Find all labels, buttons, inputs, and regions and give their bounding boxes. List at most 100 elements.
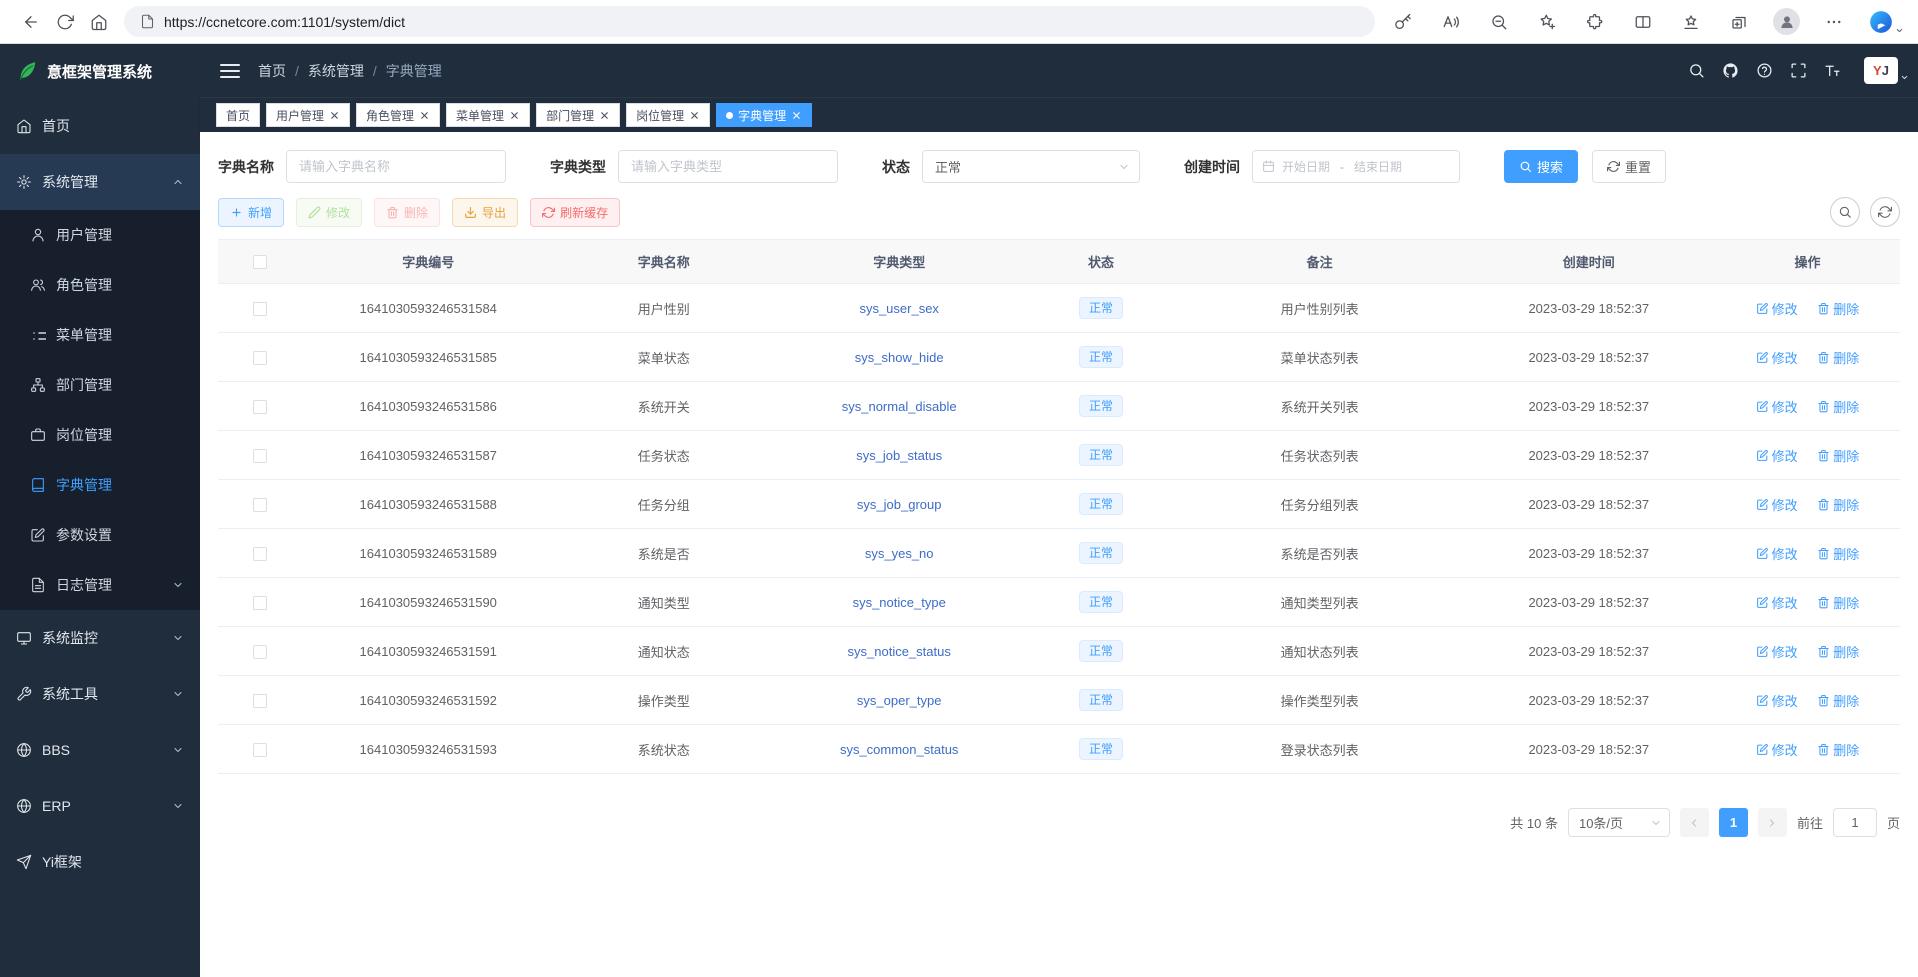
row-checkbox[interactable] [253, 547, 267, 561]
tab[interactable]: 部门管理 [536, 103, 620, 127]
more-options-icon[interactable] [1820, 6, 1848, 38]
github-icon[interactable] [1722, 62, 1739, 79]
tab[interactable]: 菜单管理 [446, 103, 530, 127]
extensions-icon[interactable] [1581, 6, 1609, 38]
sidebar-item-system-management[interactable]: 系统管理 [0, 154, 200, 210]
key-icon[interactable] [1389, 6, 1417, 38]
row-checkbox[interactable] [253, 743, 267, 757]
row-checkbox[interactable] [253, 449, 267, 463]
close-icon[interactable] [329, 110, 340, 121]
address-bar[interactable]: https://ccnetcore.com:1101/system/dict [124, 6, 1375, 37]
add-favorite-icon[interactable] [1533, 6, 1561, 38]
zoom-out-icon[interactable] [1485, 6, 1513, 38]
row-delete-link[interactable]: 删除 [1817, 544, 1859, 563]
row-delete-link[interactable]: 删除 [1817, 495, 1859, 514]
tab[interactable]: 角色管理 [356, 103, 440, 127]
row-edit-link[interactable]: 修改 [1756, 544, 1798, 563]
dict-type-link[interactable]: sys_show_hide [855, 350, 944, 365]
reload-icon[interactable] [48, 6, 82, 38]
dict-type-input[interactable] [618, 150, 838, 183]
hamburger-icon[interactable] [220, 64, 240, 78]
row-edit-link[interactable]: 修改 [1756, 691, 1798, 710]
select-all-checkbox[interactable] [253, 255, 267, 269]
row-delete-link[interactable]: 删除 [1817, 691, 1859, 710]
refresh-table-button[interactable] [1870, 197, 1900, 227]
row-edit-link[interactable]: 修改 [1756, 495, 1798, 514]
dict-type-link[interactable]: sys_normal_disable [842, 399, 957, 414]
row-edit-link[interactable]: 修改 [1756, 446, 1798, 465]
close-icon[interactable] [419, 110, 430, 121]
bing-icon[interactable] [1868, 9, 1904, 35]
favorites-icon[interactable] [1677, 6, 1705, 38]
sidebar-item-erp[interactable]: ERP [0, 778, 200, 834]
tab[interactable]: 首页 [216, 103, 260, 127]
tab[interactable]: 岗位管理 [626, 103, 710, 127]
breadcrumb-home[interactable]: 首页 [258, 61, 286, 81]
row-delete-link[interactable]: 删除 [1817, 397, 1859, 416]
row-edit-link[interactable]: 修改 [1756, 397, 1798, 416]
home-icon[interactable] [82, 6, 116, 38]
row-edit-link[interactable]: 修改 [1756, 348, 1798, 367]
page-size-select[interactable]: 10条/页 [1568, 808, 1670, 837]
split-screen-icon[interactable] [1629, 6, 1657, 38]
row-delete-link[interactable]: 删除 [1817, 642, 1859, 661]
jump-page-input[interactable] [1833, 808, 1877, 837]
sidebar-item-bbs[interactable]: BBS [0, 722, 200, 778]
read-aloud-icon[interactable] [1437, 6, 1465, 38]
sidebar-item-user-management[interactable]: 用户管理 [0, 210, 200, 260]
tab[interactable]: 用户管理 [266, 103, 350, 127]
sidebar-item-menu-management[interactable]: 菜单管理 [0, 310, 200, 360]
row-checkbox[interactable] [253, 645, 267, 659]
row-edit-link[interactable]: 修改 [1756, 740, 1798, 759]
sidebar-item-post-management[interactable]: 岗位管理 [0, 410, 200, 460]
row-checkbox[interactable] [253, 498, 267, 512]
row-delete-link[interactable]: 删除 [1817, 299, 1859, 318]
close-icon[interactable] [689, 110, 700, 121]
row-delete-link[interactable]: 删除 [1817, 740, 1859, 759]
status-select[interactable]: 正常 [922, 150, 1140, 183]
sidebar-item-param-settings[interactable]: 参数设置 [0, 510, 200, 560]
dict-type-link[interactable]: sys_notice_type [853, 595, 946, 610]
toggle-search-button[interactable] [1830, 197, 1860, 227]
row-delete-link[interactable]: 删除 [1817, 593, 1859, 612]
font-size-icon[interactable] [1824, 62, 1841, 79]
add-button[interactable]: 新增 [218, 198, 284, 227]
close-icon[interactable] [509, 110, 520, 121]
sidebar-item-dept-management[interactable]: 部门管理 [0, 360, 200, 410]
dict-type-link[interactable]: sys_common_status [840, 742, 959, 757]
edit-button[interactable]: 修改 [296, 198, 362, 227]
dict-type-link[interactable]: sys_yes_no [865, 546, 934, 561]
sidebar-item-log-management[interactable]: 日志管理 [0, 560, 200, 610]
date-range-picker[interactable]: 开始日期 - 结束日期 [1252, 150, 1460, 183]
refresh-cache-button[interactable]: 刷新缓存 [530, 198, 620, 227]
prev-page-button[interactable] [1680, 808, 1709, 837]
export-button[interactable]: 导出 [452, 198, 518, 227]
fullscreen-icon[interactable] [1790, 62, 1807, 79]
row-checkbox[interactable] [253, 302, 267, 316]
next-page-button[interactable] [1758, 808, 1787, 837]
sidebar-item-role-management[interactable]: 角色管理 [0, 260, 200, 310]
tab[interactable]: 字典管理 [716, 103, 812, 127]
sidebar-item-dict-management[interactable]: 字典管理 [0, 460, 200, 510]
row-edit-link[interactable]: 修改 [1756, 299, 1798, 318]
profile-avatar-icon[interactable] [1773, 8, 1800, 35]
dict-name-input[interactable] [286, 150, 506, 183]
row-checkbox[interactable] [253, 694, 267, 708]
row-delete-link[interactable]: 删除 [1817, 446, 1859, 465]
page-number-button[interactable]: 1 [1719, 808, 1748, 837]
row-delete-link[interactable]: 删除 [1817, 348, 1859, 367]
search-icon[interactable] [1688, 62, 1705, 79]
back-icon[interactable] [14, 6, 48, 38]
help-icon[interactable] [1756, 62, 1773, 79]
sidebar-item-system-tools[interactable]: 系统工具 [0, 666, 200, 722]
user-avatar[interactable]: Y J [1864, 57, 1898, 84]
dict-type-link[interactable]: sys_oper_type [857, 693, 942, 708]
delete-button[interactable]: 删除 [374, 198, 440, 227]
search-button[interactable]: 搜索 [1504, 150, 1578, 183]
row-edit-link[interactable]: 修改 [1756, 642, 1798, 661]
close-icon[interactable] [791, 110, 802, 121]
dict-type-link[interactable]: sys_job_group [857, 497, 942, 512]
row-checkbox[interactable] [253, 596, 267, 610]
dict-type-link[interactable]: sys_user_sex [859, 301, 938, 316]
dict-type-link[interactable]: sys_notice_status [848, 644, 951, 659]
